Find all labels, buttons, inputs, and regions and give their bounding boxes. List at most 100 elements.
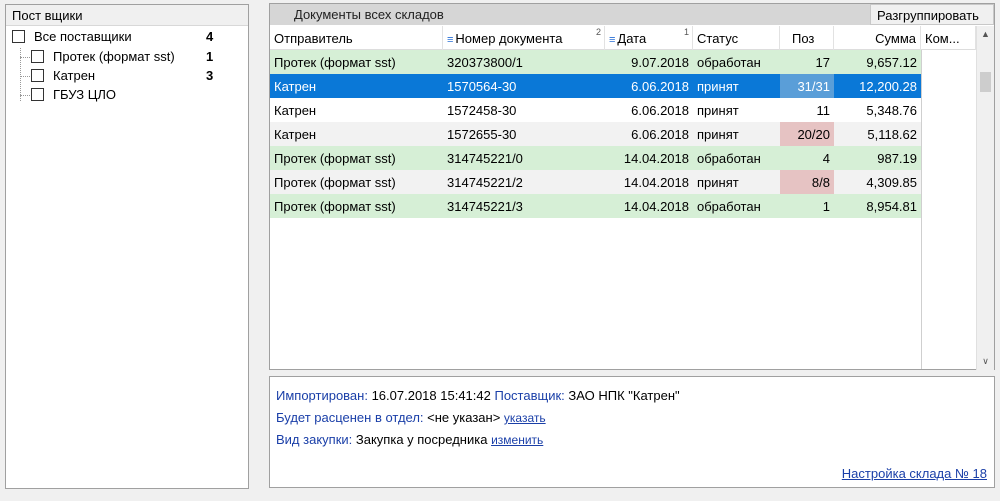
- cell-pos: 1: [822, 199, 830, 214]
- cell-sender: Протек (формат sst): [274, 151, 396, 166]
- change-purchase-type-link[interactable]: изменить: [491, 433, 543, 447]
- supplier-label: Протек (формат sst): [53, 49, 175, 64]
- cell-status: принят: [697, 127, 739, 142]
- department-line: Будет расценен в отдел: <не указан> указ…: [276, 410, 546, 425]
- supplier-count: 3: [206, 68, 214, 83]
- column-header-pos[interactable]: Поз: [780, 26, 834, 50]
- cell-status: принят: [697, 103, 739, 118]
- cell-pos: 31/31: [780, 74, 834, 98]
- column-headers: Отправитель ≡ Номер документа 2 ≡ Дата 1 С…: [270, 26, 976, 50]
- cell-sender: Катрен: [274, 103, 317, 118]
- document-info-panel: Импортирован: 16.07.2018 15:41:42 Постав…: [269, 376, 995, 488]
- cell-pos: 8/8: [780, 170, 834, 194]
- cell-doc-number: 320373800/1: [447, 55, 523, 70]
- cell-sender: Катрен: [274, 79, 317, 94]
- suppliers-header: Пост вщики: [6, 5, 248, 26]
- column-header-sender[interactable]: Отправитель: [270, 26, 443, 50]
- column-header-comment[interactable]: Ком...: [921, 26, 976, 50]
- cell-sender: Протек (формат sst): [274, 175, 396, 190]
- cell-date: 6.06.2018: [631, 79, 689, 94]
- cell-status: обработан: [697, 151, 761, 166]
- cell-doc-number: 1570564-30: [447, 79, 517, 94]
- checkbox[interactable]: [12, 30, 25, 43]
- documents-panel: Документы всех складов Разгруппировать О…: [269, 3, 995, 370]
- specify-department-link[interactable]: указать: [504, 411, 546, 425]
- cell-doc-number: 1572655-30: [447, 127, 517, 142]
- cell-sum: 5,118.62: [867, 127, 917, 142]
- warehouse-settings-link[interactable]: Настройка склада № 18: [842, 466, 987, 481]
- vertical-scrollbar[interactable]: ▲ ∨: [976, 26, 994, 370]
- cell-sender: Протек (формат sst): [274, 55, 396, 70]
- table-row[interactable]: Катрен 1572655-30 6.06.2018 принят 20/20…: [270, 122, 921, 146]
- cell-sum: 5,348.76: [866, 103, 917, 118]
- table-row[interactable]: Протек (формат sst) 314745221/3 14.04.20…: [270, 194, 921, 218]
- cell-status: обработан: [697, 55, 761, 70]
- supplier-count: 4: [206, 29, 214, 44]
- supplier-label: Поставщик:: [494, 388, 565, 403]
- cell-doc-number: 1572458-30: [447, 103, 517, 118]
- cell-sum: 4,309.85: [866, 175, 917, 190]
- imported-label: Импортирован:: [276, 388, 368, 403]
- sort-order: 1: [683, 27, 689, 37]
- cell-doc-number: 314745221/3: [447, 199, 523, 214]
- department-label: Будет расценен в отдел:: [276, 410, 424, 425]
- cell-pos: 17: [815, 55, 830, 70]
- sort-icon: ≡: [609, 34, 616, 46]
- cell-sender: Протек (формат sst): [274, 199, 396, 214]
- checkbox[interactable]: [31, 69, 44, 82]
- cell-sum: 8,954.81: [866, 199, 917, 214]
- column-header-status[interactable]: Статус: [693, 26, 780, 50]
- cell-pos: 11: [816, 103, 831, 118]
- supplier-label: Все поставщики: [34, 29, 132, 44]
- supplier-item-all[interactable]: Все поставщики: [12, 27, 132, 46]
- comment-column: [921, 50, 976, 369]
- column-header-label: Номер документа: [455, 31, 563, 46]
- table-row[interactable]: Катрен 1572458-30 6.06.2018 принят 11 5,…: [270, 98, 921, 122]
- cell-date: 6.06.2018: [631, 103, 689, 118]
- table-row[interactable]: Протек (формат sst) 314745221/2 14.04.20…: [270, 170, 921, 194]
- purchase-type-label: Вид закупки:: [276, 432, 353, 447]
- cell-sum: 9,657.12: [866, 55, 917, 70]
- import-info-line: Импортирован: 16.07.2018 15:41:42 Постав…: [276, 388, 680, 403]
- scroll-up-icon[interactable]: ▲: [977, 26, 994, 43]
- regroup-button[interactable]: Разгруппировать: [870, 4, 994, 25]
- cell-doc-number: 314745221/2: [447, 175, 523, 190]
- cell-status: принят: [697, 79, 739, 94]
- cell-sum: 987.19: [877, 151, 917, 166]
- supplier-item-protek[interactable]: Протек (формат sst): [31, 47, 175, 66]
- cell-status: обработан: [697, 199, 761, 214]
- sort-icon: ≡: [447, 34, 454, 46]
- department-value: <не указан>: [427, 410, 501, 425]
- supplier-item-katren[interactable]: Катрен: [31, 66, 95, 85]
- purchase-type-line: Вид закупки: Закупка у посредника измени…: [276, 432, 543, 447]
- cell-date: 14.04.2018: [623, 175, 689, 190]
- checkbox[interactable]: [31, 50, 44, 63]
- cell-sum: 12,200.28: [859, 79, 917, 94]
- table-row-selected[interactable]: Катрен 1570564-30 6.06.2018 принят 31/31…: [270, 74, 921, 98]
- column-header-date[interactable]: ≡ Дата 1: [605, 26, 693, 50]
- table-row[interactable]: Протек (формат sst) 314745221/0 14.04.20…: [270, 146, 921, 170]
- cell-date: 6.06.2018: [631, 127, 689, 142]
- tree-connector: [20, 48, 21, 101]
- scroll-down-icon[interactable]: ∨: [977, 353, 994, 370]
- column-header-doc-number[interactable]: ≡ Номер документа 2: [443, 26, 605, 50]
- supplier-label: Катрен: [53, 68, 96, 83]
- imported-value: 16.07.2018 15:41:42: [371, 388, 491, 403]
- cell-date: 14.04.2018: [623, 199, 689, 214]
- supplier-item-gbuz[interactable]: ГБУЗ ЦЛО: [31, 85, 116, 104]
- purchase-type-value: Закупка у посредника: [355, 432, 488, 447]
- cell-sender: Катрен: [274, 127, 317, 142]
- suppliers-panel: Пост вщики Все поставщики 4 Протек (форм…: [5, 4, 249, 489]
- supplier-value: ЗАО НПК "Катрен": [568, 388, 680, 403]
- table-row[interactable]: Протек (формат sst) 320373800/1 9.07.201…: [270, 50, 921, 74]
- scroll-thumb[interactable]: [980, 72, 991, 92]
- cell-pos: 4: [822, 151, 830, 166]
- cell-date: 9.07.2018: [631, 55, 689, 70]
- column-header-sum[interactable]: Сумма: [834, 26, 921, 50]
- supplier-count: 1: [206, 49, 214, 64]
- cell-date: 14.04.2018: [623, 151, 689, 166]
- documents-title: Документы всех складов: [270, 4, 870, 25]
- checkbox[interactable]: [31, 88, 44, 101]
- sort-order: 2: [595, 27, 601, 37]
- column-header-label: Дата: [617, 31, 647, 46]
